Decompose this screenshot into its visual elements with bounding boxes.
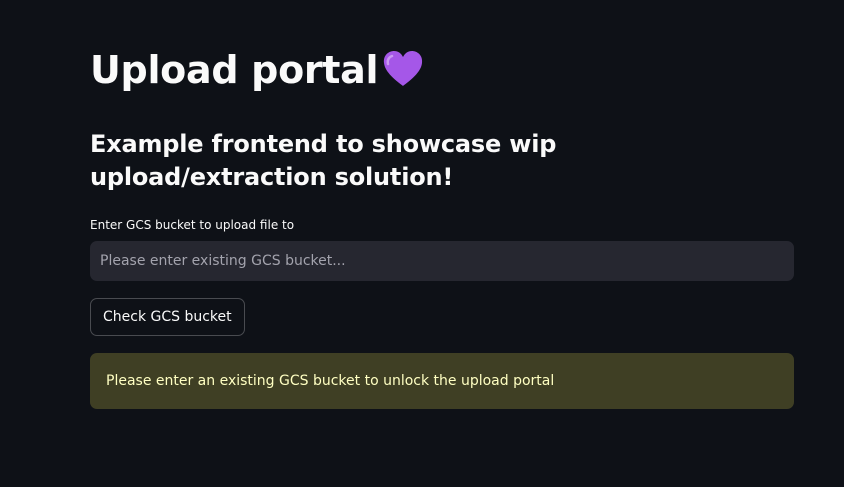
warning-alert: Please enter an existing GCS bucket to u… xyxy=(90,353,794,409)
page-title-text: Upload portal xyxy=(90,48,379,92)
page-subtitle: Example frontend to showcase wip upload/… xyxy=(90,130,557,191)
check-bucket-button[interactable]: Check GCS bucket xyxy=(90,298,245,336)
bucket-field-label: Enter GCS bucket to upload file to xyxy=(90,218,295,232)
main-content: Upload portal Example frontend to showca… xyxy=(90,42,794,409)
purple-heart-icon xyxy=(382,47,424,103)
app-page: Upload portal Example frontend to showca… xyxy=(0,0,844,487)
alert-message: Please enter an existing GCS bucket to u… xyxy=(106,373,555,389)
page-title: Upload portal xyxy=(90,42,794,103)
bucket-input[interactable] xyxy=(90,241,794,281)
